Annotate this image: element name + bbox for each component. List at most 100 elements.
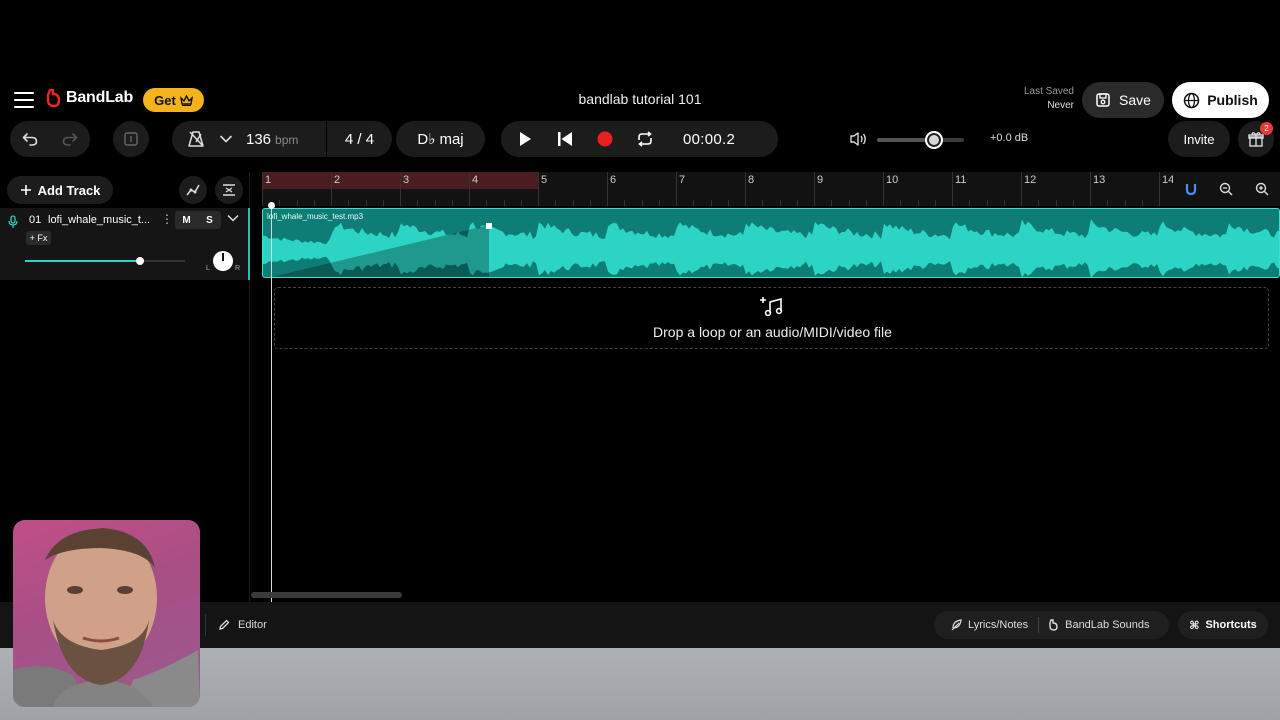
timeline-ruler[interactable]: 1 2 3 4 5 6 7 8 9 10 11 12 13 14 — [262, 172, 1280, 206]
ruler-subtick — [589, 200, 591, 206]
get-label: Get — [154, 92, 176, 108]
add-fx-button[interactable]: + Fx — [26, 231, 51, 245]
automation-icon — [186, 184, 200, 196]
add-track-label: Add Track — [37, 182, 101, 198]
ruler-tick — [883, 172, 884, 206]
ruler-bar-number: 8 — [748, 174, 755, 186]
time-signature-field[interactable]: 4 / 4 — [326, 121, 392, 157]
notification-badge: 2 — [1260, 122, 1273, 135]
horizontal-scrollbar[interactable] — [251, 592, 402, 598]
ruler-subtick — [313, 200, 315, 206]
return-to-start-button[interactable] — [545, 121, 585, 157]
save-button[interactable]: Save — [1082, 82, 1164, 118]
solo-button[interactable]: S — [198, 211, 221, 229]
ruler-tick — [814, 172, 815, 206]
playhead[interactable] — [271, 206, 272, 602]
ruler-subtick — [348, 200, 350, 206]
bandlab-sounds-button[interactable]: BandLab Sounds — [1049, 619, 1150, 631]
track-volume-slider[interactable] — [25, 257, 185, 265]
studio-toolbar: 136 bpm 4 / 4 D♭ maj 00:00.2 +0.0 dB Invi… — [0, 121, 1280, 159]
time-display: 00:00.2 — [683, 130, 736, 148]
last-saved-value: Never — [1047, 100, 1074, 111]
master-volume-icon[interactable] — [850, 131, 868, 152]
mute-button[interactable]: M — [175, 211, 198, 229]
fit-tracks-button[interactable] — [215, 176, 243, 204]
undo-button[interactable] — [10, 121, 50, 157]
gift-button[interactable]: 2 — [1238, 121, 1274, 157]
track-header[interactable]: 01 lofi_whale_music_t... ⋮ M S + Fx — [0, 208, 250, 280]
ruler-bar-number: 7 — [679, 174, 686, 186]
playhead-handle[interactable] — [268, 202, 275, 209]
tempo-field[interactable]: 136 bpm — [246, 131, 298, 148]
save-label: Save — [1119, 92, 1151, 108]
track-lane[interactable]: lofi_whale_music_test.mp3 — [262, 208, 1280, 278]
redo-button[interactable] — [50, 121, 90, 157]
ruler-subtick — [365, 200, 367, 206]
ruler-subtick — [1072, 200, 1074, 206]
track-volume-fill — [25, 260, 141, 262]
record-icon — [597, 131, 613, 147]
chevron-down-icon[interactable] — [227, 214, 239, 222]
ruler-tick — [1090, 172, 1091, 206]
split-button[interactable] — [113, 121, 149, 157]
project-title[interactable]: bandlab tutorial 101 — [540, 91, 740, 107]
pan-knob[interactable] — [213, 251, 233, 271]
ruler-tick — [952, 172, 953, 206]
ruler-subtick — [520, 200, 522, 206]
ruler-subtick — [555, 200, 557, 206]
master-volume-knob[interactable] — [925, 131, 944, 149]
ruler-subtick — [486, 200, 488, 206]
snap-magnet-icon[interactable] — [1184, 182, 1198, 196]
shortcuts-button[interactable]: ⌘ Shortcuts — [1178, 611, 1268, 639]
ruler-subtick — [917, 200, 919, 206]
pan-left-label: L — [206, 265, 210, 272]
undo-redo-group — [10, 121, 90, 157]
invite-button[interactable]: Invite — [1168, 121, 1230, 157]
timeline-tools — [1173, 172, 1280, 206]
ruler-subtick — [693, 200, 695, 206]
ruler-bar-number: 5 — [541, 174, 548, 186]
ruler-bar-number: 13 — [1093, 174, 1106, 186]
undo-icon — [22, 133, 38, 146]
play-button[interactable] — [505, 121, 545, 157]
zoom-out-icon[interactable] — [1219, 182, 1233, 196]
lyrics-notes-button[interactable]: Lyrics/Notes — [950, 619, 1028, 631]
ruler-bar-number: 2 — [334, 174, 341, 186]
key-field[interactable]: D♭ maj — [396, 121, 485, 157]
track-more-options-icon[interactable]: ⋮ — [161, 212, 173, 226]
track-name[interactable]: lofi_whale_music_t... — [48, 214, 154, 226]
ruler-tick — [331, 172, 332, 206]
ruler-subtick — [762, 200, 764, 206]
shortcuts-label: Shortcuts — [1205, 619, 1257, 631]
zoom-in-icon[interactable] — [1255, 182, 1269, 196]
play-icon — [520, 132, 531, 146]
webcam-overlay — [13, 520, 200, 707]
menu-icon[interactable] — [14, 92, 34, 108]
publish-button[interactable]: Publish — [1172, 82, 1269, 118]
drop-zone[interactable]: Drop a loop or an audio/MIDI/video file — [274, 287, 1269, 349]
record-button[interactable] — [585, 121, 625, 157]
editor-button[interactable]: Editor — [205, 614, 267, 636]
lyrics-label: Lyrics/Notes — [968, 619, 1029, 631]
metronome-options-button[interactable] — [216, 121, 236, 157]
metronome-button[interactable] — [176, 121, 216, 157]
ruler-tick — [676, 172, 677, 206]
loop-button[interactable] — [625, 121, 665, 157]
master-volume-slider[interactable] — [877, 131, 964, 149]
feather-icon — [951, 619, 962, 631]
automation-button[interactable] — [179, 176, 207, 204]
ruler-subtick — [1038, 200, 1040, 206]
ruler-tick — [607, 172, 608, 206]
fade-in-handle[interactable] — [486, 223, 492, 229]
bandlab-logo[interactable]: BandLab — [46, 89, 133, 107]
ruler-subtick — [417, 200, 419, 206]
ruler-subtick — [658, 200, 660, 206]
ruler-subtick — [279, 200, 281, 206]
ruler-subtick — [1107, 200, 1109, 206]
get-membership-button[interactable]: Get — [143, 88, 204, 112]
audio-clip[interactable]: lofi_whale_music_test.mp3 — [262, 208, 1280, 278]
add-track-button[interactable]: Add Track — [7, 176, 113, 204]
last-saved-status: Last Saved Never — [1006, 85, 1074, 113]
waveform — [263, 219, 1279, 277]
ruler-bar-number: 10 — [886, 174, 899, 186]
